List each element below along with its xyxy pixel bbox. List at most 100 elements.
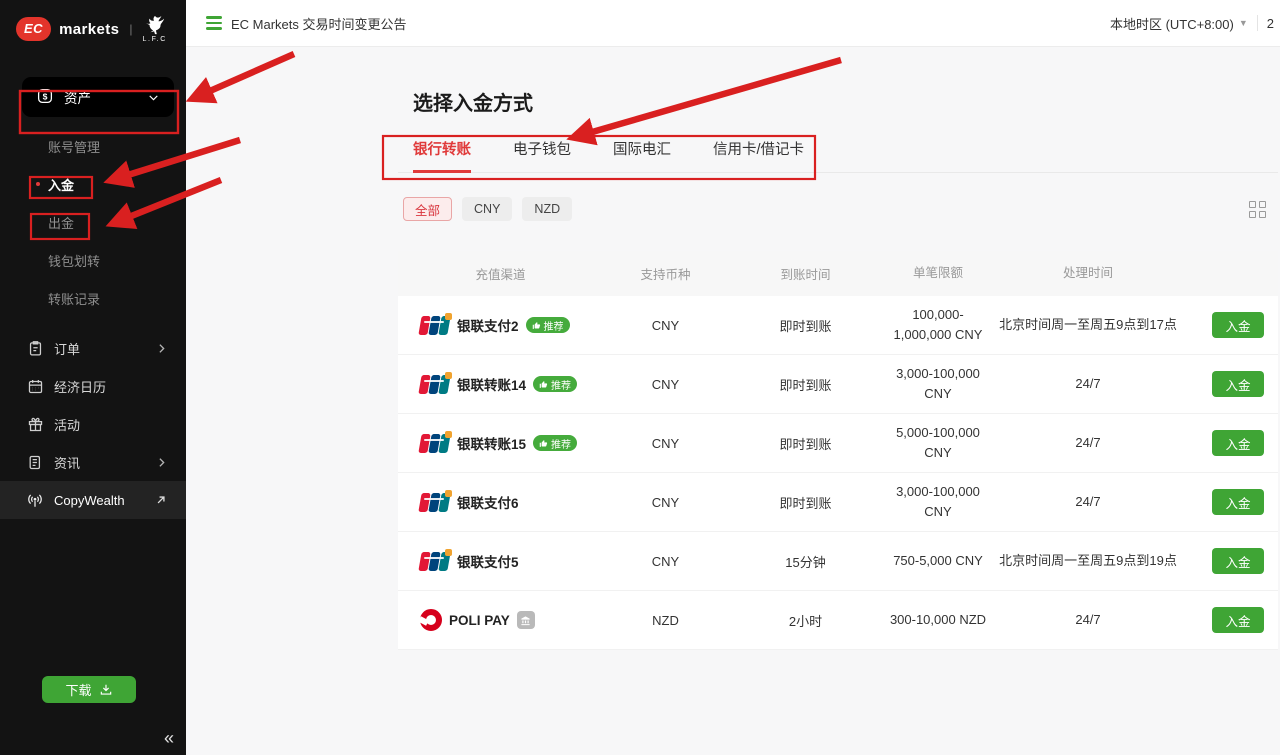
processing-time-cell: 24/7 <box>993 374 1183 394</box>
brand-logo: EC markets | L.F.C <box>0 0 186 51</box>
table-row: 银联转账14推荐CNY即时到账3,000-100,000 CNY24/7入金 <box>398 355 1278 414</box>
chevron-right-icon <box>155 456 168 469</box>
sidebar-item-deposit[interactable]: 入金 <box>0 165 186 203</box>
poli-logo <box>420 609 442 631</box>
announcement-link[interactable]: EC Markets 交易时间变更公告 <box>206 14 407 33</box>
action-cell: 入金 <box>1183 312 1278 338</box>
processing-time-cell: 北京时间周一至周五9点到19点 <box>993 551 1183 571</box>
currency-cell: NZD <box>603 613 728 628</box>
tab-credit-debit-card[interactable]: 信用卡/借记卡 <box>713 138 804 173</box>
filter-chip-all[interactable]: 全部 <box>403 197 452 221</box>
liver-bird-icon <box>144 15 166 35</box>
tab-e-wallet[interactable]: 电子钱包 <box>513 138 571 173</box>
channel-cell: 银联转账15推荐 <box>398 433 603 453</box>
caret-down-icon: ▼ <box>1239 18 1248 28</box>
sidebar-item-label: 钱包划转 <box>48 251 100 270</box>
deposit-method-tabs: 银行转账 电子钱包 国际电汇 信用卡/借记卡 <box>398 138 1278 173</box>
arrival-time-cell: 即时到账 <box>728 375 883 394</box>
ec-logo-badge: EC <box>16 17 51 41</box>
processing-time-cell: 24/7 <box>993 433 1183 453</box>
collapse-sidebar-icon[interactable]: « <box>164 728 172 749</box>
unionpay-logo <box>420 493 450 512</box>
broadcast-icon <box>26 491 44 509</box>
column-header: 支持币种 <box>603 264 728 283</box>
filter-chip-nzd[interactable]: NZD <box>522 197 572 221</box>
grid-view-icon[interactable] <box>1249 201 1266 218</box>
sidebar-item-transfer-records[interactable]: 转账记录 <box>0 279 186 317</box>
deposit-channels-table: 充值渠道支持币种到账时间单笔限额处理时间 银联支付2推荐CNY即时到账100,0… <box>398 251 1278 650</box>
channel-name: 银联转账14 <box>457 374 526 394</box>
filter-chip-cny[interactable]: CNY <box>462 197 512 221</box>
timezone-label: 本地时区 (UTC+8:00) <box>1110 14 1234 33</box>
deposit-button[interactable]: 入金 <box>1212 371 1264 397</box>
chevron-right-icon <box>155 342 168 355</box>
sidebar-item-orders[interactable]: 订单 <box>0 329 186 367</box>
sidebar-item-copywealth[interactable]: CopyWealth <box>0 481 186 519</box>
calendar-icon <box>26 378 44 395</box>
svg-text:$: $ <box>43 91 48 101</box>
sidebar-item-assets[interactable]: $ 资产 <box>22 77 174 117</box>
sidebar-item-activities[interactable]: 活动 <box>0 405 186 443</box>
processing-time-cell: 24/7 <box>993 610 1183 630</box>
download-icon <box>99 683 113 697</box>
bank-badge <box>517 611 535 629</box>
sidebar-item-news[interactable]: 资讯 <box>0 443 186 481</box>
news-icon <box>26 454 44 471</box>
sidebar-item-withdrawal[interactable]: 出金 <box>0 203 186 241</box>
sidebar-mainmenu: 订单经济日历活动资讯CopyWealth <box>0 329 186 519</box>
arrival-time-cell: 即时到账 <box>728 434 883 453</box>
unionpay-logo <box>420 552 450 571</box>
action-cell: 入金 <box>1183 371 1278 397</box>
announcement-text: EC Markets 交易时间变更公告 <box>231 14 407 33</box>
tab-international-wire[interactable]: 国际电汇 <box>613 138 671 173</box>
deposit-button[interactable]: 入金 <box>1212 607 1264 633</box>
deposit-button[interactable]: 入金 <box>1212 430 1264 456</box>
sidebar-item-label: 转账记录 <box>48 289 100 308</box>
channel-cell: POLI PAY <box>398 609 603 631</box>
recommend-badge: 推荐 <box>526 317 570 333</box>
deposit-button[interactable]: 入金 <box>1212 548 1264 574</box>
unionpay-logo <box>420 375 450 394</box>
sidebar-item-label: 入金 <box>48 175 74 194</box>
arrival-time-cell: 即时到账 <box>728 493 883 512</box>
channel-name: 银联支付5 <box>457 551 519 571</box>
topbar-right: 本地时区 (UTC+8:00) ▼ 2 <box>1110 14 1280 33</box>
channel-cell: 银联转账14推荐 <box>398 374 603 394</box>
processing-time-cell: 24/7 <box>993 492 1183 512</box>
topbar: EC Markets 交易时间变更公告 本地时区 (UTC+8:00) ▼ 2 <box>186 0 1280 47</box>
logo-divider: | <box>129 22 132 36</box>
limit-cell: 100,000- 1,000,000 CNY <box>883 305 993 345</box>
external-link-icon <box>154 493 168 507</box>
sidebar-item-label: 活动 <box>54 415 80 434</box>
currency-cell: CNY <box>603 318 728 333</box>
deposit-button[interactable]: 入金 <box>1212 489 1264 515</box>
unionpay-logo <box>420 434 450 453</box>
table-row: 银联转账15推荐CNY即时到账5,000-100,000 CNY24/7入金 <box>398 414 1278 473</box>
limit-cell: 5,000-100,000 CNY <box>883 423 993 463</box>
currency-filters: 全部 CNY NZD <box>398 197 1278 221</box>
app-window: EC markets | L.F.C $ 资产 账号管理入金出金钱包划转转账记录… <box>0 0 1280 755</box>
sidebar-item-label: 出金 <box>48 213 74 232</box>
column-header: 处理时间 <box>993 264 1183 283</box>
deposit-button[interactable]: 入金 <box>1212 312 1264 338</box>
column-header: 充值渠道 <box>398 264 603 283</box>
tab-bank-transfer[interactable]: 银行转账 <box>413 138 471 173</box>
download-label: 下载 <box>65 680 91 699</box>
sidebar-item-label: 订单 <box>54 339 80 358</box>
channel-name: POLI PAY <box>449 613 510 628</box>
gift-icon <box>26 416 44 433</box>
sidebar-item-economic-calendar[interactable]: 经济日历 <box>0 367 186 405</box>
sidebar-submenu: 账号管理入金出金钱包划转转账记录 <box>0 127 186 317</box>
lfc-logo: L.F.C <box>143 15 167 43</box>
channel-cell: 银联支付2推荐 <box>398 315 603 335</box>
orders-icon <box>26 340 44 357</box>
download-button[interactable]: 下载 <box>42 676 136 703</box>
timezone-selector[interactable]: 本地时区 (UTC+8:00) ▼ <box>1110 14 1248 33</box>
action-cell: 入金 <box>1183 607 1278 633</box>
chevron-down-icon <box>147 91 160 104</box>
limit-cell: 3,000-100,000 CNY <box>883 364 993 404</box>
sidebar-item-wallet-transfer[interactable]: 钱包划转 <box>0 241 186 279</box>
column-header: 单笔限额 <box>883 264 993 283</box>
action-cell: 入金 <box>1183 548 1278 574</box>
sidebar-item-account-management[interactable]: 账号管理 <box>0 127 186 165</box>
